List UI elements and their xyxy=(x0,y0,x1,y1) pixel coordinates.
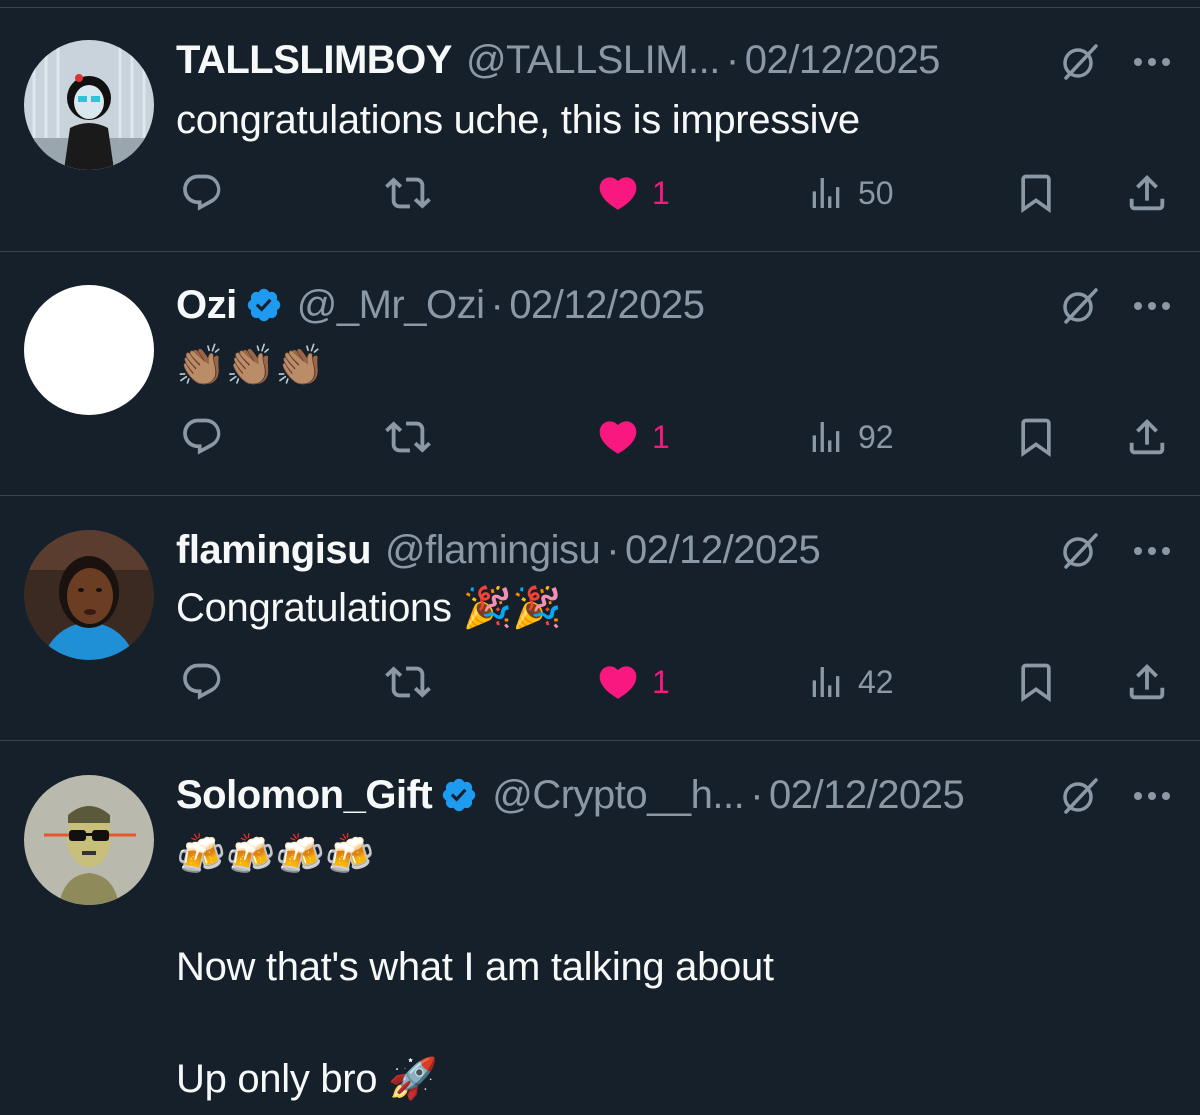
display-name[interactable]: Solomon_Gift xyxy=(176,773,433,818)
tweet-reply[interactable]: Ozi @_Mr_Ozi · 02/12/2025 👏🏽👏🏽👏🏽 1 92 xyxy=(0,252,1200,496)
share-icon xyxy=(1129,418,1165,455)
retweet-button[interactable] xyxy=(385,657,431,707)
heart-icon xyxy=(599,177,637,210)
bookmark-icon xyxy=(1021,174,1051,214)
reply-icon xyxy=(183,418,221,455)
avatar[interactable] xyxy=(24,40,154,170)
separator-dot: · xyxy=(750,772,764,817)
views-icon xyxy=(812,667,840,697)
like-count: 1 xyxy=(652,418,670,455)
share-button[interactable] xyxy=(1124,412,1170,462)
tweet-header: Solomon_Gift @Crypto__h... · 02/12/2025 xyxy=(176,771,965,819)
user-handle[interactable]: @Crypto__h... xyxy=(492,773,745,818)
verified-badge-icon[interactable] xyxy=(245,286,283,324)
bookmark-icon xyxy=(1021,663,1051,703)
bookmark-button[interactable] xyxy=(1014,412,1058,462)
reply-button[interactable] xyxy=(180,412,224,462)
tweet-reply[interactable]: flamingisu @flamingisu · 02/12/2025 Cong… xyxy=(0,496,1200,741)
avatar[interactable] xyxy=(24,775,154,905)
user-handle[interactable]: @flamingisu xyxy=(385,528,601,573)
more-icon[interactable] xyxy=(1130,786,1174,806)
tweet-reply[interactable]: Solomon_Gift @Crypto__h... · 02/12/2025 … xyxy=(0,741,1200,1115)
heart-icon xyxy=(599,666,637,699)
share-icon xyxy=(1129,174,1165,211)
bookmark-icon xyxy=(1021,418,1051,458)
reply-icon xyxy=(183,663,221,700)
views-button[interactable]: 50 xyxy=(806,168,894,218)
view-count: 92 xyxy=(858,418,894,455)
tweet-header: Ozi @_Mr_Ozi · 02/12/2025 xyxy=(176,281,705,329)
display-name[interactable]: flamingisu xyxy=(176,528,372,573)
retweet-icon xyxy=(385,666,431,698)
user-handle[interactable]: @TALLSLIM... xyxy=(466,38,720,83)
avatar[interactable] xyxy=(24,285,154,415)
verified-badge-icon[interactable] xyxy=(440,776,478,814)
tweet-header: flamingisu @flamingisu · 02/12/2025 xyxy=(176,526,821,574)
more-icon[interactable] xyxy=(1130,541,1174,561)
tweet-text-line-3: Up only bro 🚀 xyxy=(176,1057,438,1101)
like-count: 1 xyxy=(652,174,670,211)
share-icon xyxy=(1129,663,1165,700)
tweet-text-line-1: 🍻🍻🍻🍻 xyxy=(176,833,375,877)
like-button[interactable]: 1 xyxy=(596,168,670,218)
more-icon[interactable] xyxy=(1130,296,1174,316)
tweet-date[interactable]: 02/12/2025 xyxy=(745,38,941,83)
like-button[interactable]: 1 xyxy=(596,657,670,707)
like-button[interactable]: 1 xyxy=(596,412,670,462)
action-bar: 1 50 xyxy=(0,168,1200,218)
tweet-reply[interactable]: TALLSLIMBOY @TALLSLIM... · 02/12/2025 co… xyxy=(0,0,1200,252)
action-bar: 1 92 xyxy=(0,412,1200,462)
tweet-date[interactable]: 02/12/2025 xyxy=(509,283,705,328)
separator-dot: · xyxy=(490,282,504,327)
grok-icon[interactable] xyxy=(1058,40,1102,84)
separator-dot: · xyxy=(725,37,739,82)
bookmark-button[interactable] xyxy=(1014,168,1058,218)
reply-icon xyxy=(183,174,221,211)
share-button[interactable] xyxy=(1124,657,1170,707)
views-icon xyxy=(812,178,840,208)
action-bar: 1 42 xyxy=(0,657,1200,707)
tweet-text: Congratulations 🎉🎉 xyxy=(176,586,562,630)
reply-button[interactable] xyxy=(180,657,224,707)
display-name[interactable]: TALLSLIMBOY xyxy=(176,38,452,83)
retweet-icon xyxy=(385,421,431,453)
views-icon xyxy=(812,422,840,452)
like-count: 1 xyxy=(652,663,670,700)
bookmark-button[interactable] xyxy=(1014,657,1058,707)
tweet-header: TALLSLIMBOY @TALLSLIM... · 02/12/2025 xyxy=(176,36,940,84)
more-icon[interactable] xyxy=(1130,52,1174,72)
reply-button[interactable] xyxy=(180,168,224,218)
tweet-date[interactable]: 02/12/2025 xyxy=(769,773,965,818)
display-name[interactable]: Ozi xyxy=(176,283,237,328)
user-handle[interactable]: @_Mr_Ozi xyxy=(297,283,485,328)
views-button[interactable]: 42 xyxy=(806,657,894,707)
retweet-button[interactable] xyxy=(385,412,431,462)
avatar[interactable] xyxy=(24,530,154,660)
share-button[interactable] xyxy=(1124,168,1170,218)
grok-icon[interactable] xyxy=(1058,529,1102,573)
heart-icon xyxy=(599,421,637,454)
tweet-text-line-2: Now that's what I am talking about xyxy=(176,945,774,989)
grok-icon[interactable] xyxy=(1058,774,1102,818)
views-button[interactable]: 92 xyxy=(806,412,894,462)
view-count: 42 xyxy=(858,663,894,700)
tweet-date[interactable]: 02/12/2025 xyxy=(625,528,821,573)
view-count: 50 xyxy=(858,174,894,211)
tweet-text: congratulations uche, this is impressive xyxy=(176,98,860,142)
tweet-text: 👏🏽👏🏽👏🏽 xyxy=(176,344,325,388)
retweet-button[interactable] xyxy=(385,168,431,218)
retweet-icon xyxy=(385,177,431,209)
separator-dot: · xyxy=(606,527,620,572)
grok-icon[interactable] xyxy=(1058,284,1102,328)
